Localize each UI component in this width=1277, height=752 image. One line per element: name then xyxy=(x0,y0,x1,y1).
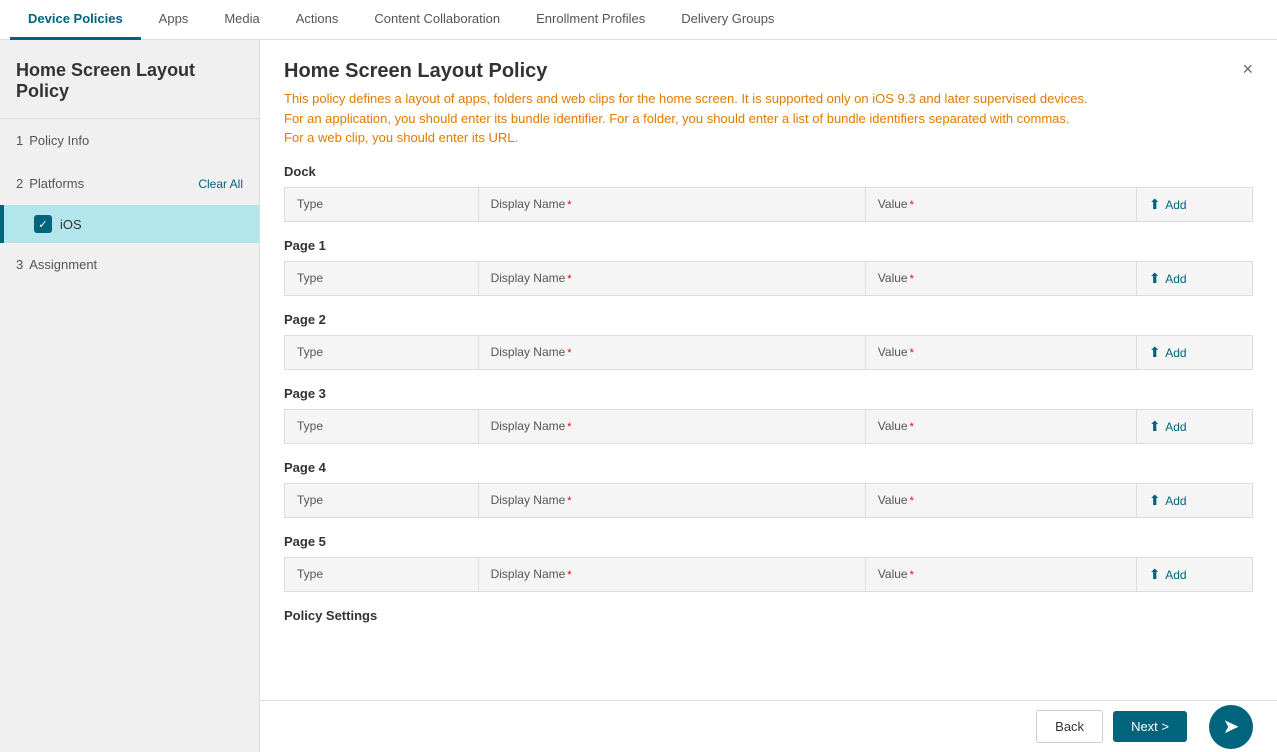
nav-media[interactable]: Media xyxy=(206,0,277,40)
content-area: Home Screen Layout Policy × This policy … xyxy=(260,40,1277,752)
p1-add-label[interactable]: Add xyxy=(1165,272,1186,286)
p1-add-header[interactable]: ⬆ Add xyxy=(1136,261,1252,295)
main-layout: Home Screen Layout Policy 1 Policy Info … xyxy=(0,40,1277,752)
p2-add-icon: ⬆ xyxy=(1149,344,1161,360)
p5-add-header[interactable]: ⬆ Add xyxy=(1136,557,1252,591)
sidebar-title: Home Screen Layout Policy xyxy=(0,40,259,119)
ios-label: iOS xyxy=(60,217,82,232)
nav-actions[interactable]: Actions xyxy=(278,0,357,40)
page5-table: Type Display Name* Value* ⬆ Add xyxy=(284,557,1253,592)
p2-add-label[interactable]: Add xyxy=(1165,346,1186,360)
dock-type-header: Type xyxy=(285,187,479,221)
ios-platform-item[interactable]: ✓ iOS xyxy=(0,205,259,243)
step-1-number: 1 xyxy=(16,133,23,148)
section-page2-label: Page 2 xyxy=(284,312,1253,327)
p1-value-header: Value* xyxy=(865,261,1136,295)
nav-content-collaboration[interactable]: Content Collaboration xyxy=(356,0,518,40)
desc-line-2: For an application, you should enter its… xyxy=(284,111,1070,126)
nav-apps[interactable]: Apps xyxy=(141,0,207,40)
back-button[interactable]: Back xyxy=(1036,710,1103,743)
step-1-label: Policy Info xyxy=(29,133,89,148)
nav-delivery-groups[interactable]: Delivery Groups xyxy=(663,0,792,40)
p3-add-header[interactable]: ⬆ Add xyxy=(1136,409,1252,443)
step-2-number: 2 xyxy=(16,176,23,191)
next-button[interactable]: Next > xyxy=(1113,711,1187,742)
desc-line-1: This policy defines a layout of apps, fo… xyxy=(284,91,1088,106)
page3-table: Type Display Name* Value* ⬆ Add xyxy=(284,409,1253,444)
p4-type-header: Type xyxy=(285,483,479,517)
sidebar-step-3[interactable]: 3 Assignment xyxy=(0,243,259,286)
page4-table: Type Display Name* Value* ⬆ Add xyxy=(284,483,1253,518)
step-3-number: 3 xyxy=(16,257,23,272)
dock-value-header: Value* xyxy=(865,187,1136,221)
p4-add-icon: ⬆ xyxy=(1149,492,1161,508)
page2-table: Type Display Name* Value* ⬆ Add xyxy=(284,335,1253,370)
sidebar-step-1[interactable]: 1 Policy Info xyxy=(0,119,259,162)
close-button[interactable]: × xyxy=(1242,60,1253,78)
p2-add-header[interactable]: ⬆ Add xyxy=(1136,335,1252,369)
dock-display-name-header: Display Name* xyxy=(478,187,865,221)
dock-add-label[interactable]: Add xyxy=(1165,198,1186,212)
section-page5-label: Page 5 xyxy=(284,534,1253,549)
step-2-label: Platforms xyxy=(29,176,84,191)
p2-display-name-header: Display Name* xyxy=(478,335,865,369)
nav-enrollment-profiles[interactable]: Enrollment Profiles xyxy=(518,0,663,40)
step-3-label: Assignment xyxy=(29,257,97,272)
section-page3-label: Page 3 xyxy=(284,386,1253,401)
p5-value-header: Value* xyxy=(865,557,1136,591)
p4-add-label[interactable]: Add xyxy=(1165,494,1186,508)
p4-add-header[interactable]: ⬆ Add xyxy=(1136,483,1252,517)
p5-add-icon: ⬆ xyxy=(1149,566,1161,582)
p5-add-label[interactable]: Add xyxy=(1165,568,1186,582)
p2-type-header: Type xyxy=(285,335,479,369)
dock-add-icon: ⬆ xyxy=(1149,196,1161,212)
p5-display-name-header: Display Name* xyxy=(478,557,865,591)
footer: Back Next > ➤ xyxy=(260,700,1277,752)
p3-type-header: Type xyxy=(285,409,479,443)
desc-line-3: For a web clip, you should enter its URL… xyxy=(284,130,518,145)
page1-table: Type Display Name* Value* ⬆ Add xyxy=(284,261,1253,296)
section-dock-label: Dock xyxy=(284,164,1253,179)
p2-value-header: Value* xyxy=(865,335,1136,369)
sidebar: Home Screen Layout Policy 1 Policy Info … xyxy=(0,40,260,752)
policy-description: This policy defines a layout of apps, fo… xyxy=(284,89,1253,148)
p3-add-label[interactable]: Add xyxy=(1165,420,1186,434)
top-navigation: Device Policies Apps Media Actions Conte… xyxy=(0,0,1277,40)
navigation-circle[interactable]: ➤ xyxy=(1209,705,1253,749)
content-header: Home Screen Layout Policy × xyxy=(284,60,1253,83)
p3-value-header: Value* xyxy=(865,409,1136,443)
section-page1-label: Page 1 xyxy=(284,238,1253,253)
p4-display-name-header: Display Name* xyxy=(478,483,865,517)
ios-check-icon: ✓ xyxy=(34,215,52,233)
nav-device-policies[interactable]: Device Policies xyxy=(10,0,141,40)
p1-type-header: Type xyxy=(285,261,479,295)
policy-settings-label: Policy Settings xyxy=(284,608,1253,623)
dock-table: Type Display Name* Value* ⬆ Add xyxy=(284,187,1253,222)
nav-circle-icon: ➤ xyxy=(1223,714,1240,739)
dock-add-header[interactable]: ⬆ Add xyxy=(1136,187,1252,221)
p5-type-header: Type xyxy=(285,557,479,591)
p3-add-icon: ⬆ xyxy=(1149,418,1161,434)
sidebar-step-2[interactable]: 2 Platforms Clear All xyxy=(0,162,259,205)
section-page4-label: Page 4 xyxy=(284,460,1253,475)
p1-display-name-header: Display Name* xyxy=(478,261,865,295)
p1-add-icon: ⬆ xyxy=(1149,270,1161,286)
p3-display-name-header: Display Name* xyxy=(478,409,865,443)
p4-value-header: Value* xyxy=(865,483,1136,517)
content-title: Home Screen Layout Policy xyxy=(284,60,547,83)
clear-all-button[interactable]: Clear All xyxy=(198,177,243,191)
